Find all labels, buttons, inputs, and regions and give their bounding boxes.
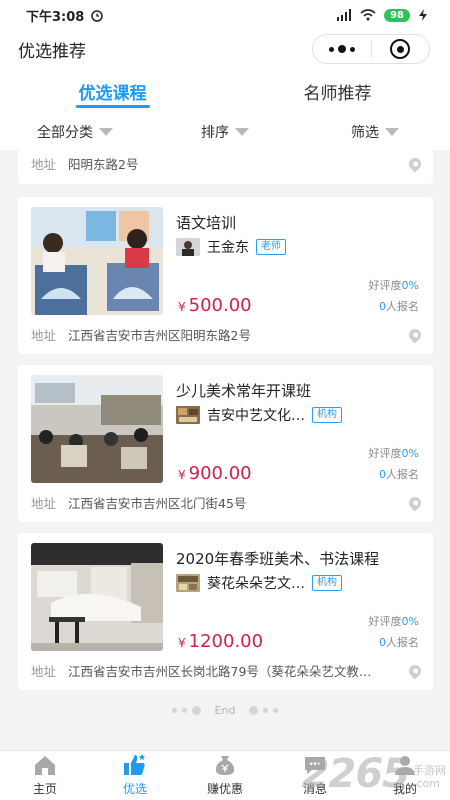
- message-icon: [305, 757, 325, 774]
- course-thumbnail: [31, 543, 163, 651]
- tab-bar-top: 优选课程 名师推荐: [0, 68, 450, 114]
- user-icon: [395, 756, 415, 775]
- close-mini-program-button[interactable]: [372, 35, 430, 63]
- course-card[interactable]: 少儿美术常年开课班 吉安中艺文化… 机构 好评度0% ¥900.00 0人报名 …: [18, 365, 433, 522]
- wifi-icon: [360, 9, 376, 21]
- alarm-icon: [91, 10, 104, 22]
- bottom-tab-bar: 主页 优选 赚优惠 消息 我的: [0, 750, 450, 800]
- status-bar: 下午3:08 98: [0, 0, 450, 30]
- teacher-name: 王金东: [207, 240, 249, 256]
- location-pin-icon[interactable]: [406, 494, 424, 511]
- course-card-partial[interactable]: 地址 阳明东路2号: [18, 150, 433, 184]
- page-title: 优选推荐: [18, 41, 86, 62]
- rating: 好评度0%: [368, 279, 419, 292]
- course-price: ¥500.00: [178, 295, 252, 316]
- tab-earn-discounts[interactable]: 赚优惠: [180, 751, 270, 800]
- status-time: 下午3:08: [26, 9, 85, 25]
- location-pin-icon[interactable]: [406, 326, 424, 343]
- course-address: 地址 阳明东路2号: [31, 154, 424, 173]
- teacher-tag: 机构: [312, 407, 342, 423]
- teacher-avatar: [176, 574, 200, 592]
- course-price: ¥900.00: [178, 463, 252, 484]
- filter-bar: 全部分类 排序 筛选: [0, 114, 450, 150]
- money-bag-icon: [215, 756, 235, 775]
- rating: 好评度0%: [368, 447, 419, 460]
- location-pin-icon[interactable]: [406, 662, 424, 679]
- filter-sort[interactable]: 排序: [150, 122, 300, 142]
- course-address: 地址 江西省吉安市吉州区阳明东路2号: [31, 325, 424, 344]
- teacher-avatar: [176, 406, 200, 424]
- course-list[interactable]: 地址 阳明东路2号 语文培训 王金东 老师 好评度0% ¥ 500.00 0人报…: [0, 150, 450, 750]
- enroll-count: 0人报名: [379, 468, 419, 481]
- caret-down-icon: [235, 128, 249, 136]
- course-card[interactable]: 语文培训 王金东 老师 好评度0% ¥500.00 0人报名 地址 江西省吉安市…: [18, 197, 433, 354]
- more-button[interactable]: [313, 35, 371, 63]
- course-title: 少儿美术常年开课班: [176, 382, 312, 400]
- course-address: 地址 江西省吉安市吉州区北门街45号: [31, 493, 424, 512]
- filter-category[interactable]: 全部分类: [0, 122, 150, 142]
- tab-mine[interactable]: 我的: [360, 751, 450, 800]
- filter-screen[interactable]: 筛选: [300, 122, 450, 142]
- course-teacher: 葵花朵朵艺文… 机构: [176, 573, 342, 593]
- course-teacher: 王金东 老师: [176, 237, 286, 257]
- caret-down-icon: [385, 128, 399, 136]
- enroll-count: 0人报名: [379, 300, 419, 313]
- course-title: 语文培训: [176, 214, 237, 232]
- course-title: 2020年春季班美术、书法课程: [176, 550, 380, 568]
- course-thumbnail: [31, 375, 163, 483]
- caret-down-icon: [99, 128, 113, 136]
- tab-famous-teachers[interactable]: 名师推荐: [225, 68, 450, 114]
- target-icon: [390, 39, 411, 59]
- charging-icon: [419, 9, 427, 21]
- tab-messages[interactable]: 消息: [270, 751, 360, 800]
- list-end-text: End: [214, 704, 236, 717]
- teacher-name: 吉安中艺文化…: [207, 408, 305, 424]
- list-end-indicator: End: [0, 704, 450, 717]
- teacher-tag: 老师: [256, 239, 286, 255]
- active-tab-indicator: [75, 105, 150, 108]
- tab-home[interactable]: 主页: [0, 751, 90, 800]
- home-icon: [35, 756, 55, 775]
- course-address: 地址 江西省吉安市吉州区长岗北路79号（葵花朵朵艺文教…: [31, 661, 424, 680]
- thumbs-up-icon: [124, 754, 145, 775]
- location-pin-icon[interactable]: [406, 155, 424, 172]
- battery-icon: 98: [384, 8, 410, 22]
- course-price: ¥1200.00: [178, 631, 264, 652]
- mini-program-capsule: [312, 34, 430, 64]
- signal-icon: [337, 9, 352, 21]
- enroll-count: 0人报名: [379, 636, 419, 649]
- title-bar: 优选推荐: [0, 30, 450, 68]
- rating: 好评度0%: [368, 615, 419, 628]
- course-thumbnail: [31, 207, 163, 315]
- teacher-name: 葵花朵朵艺文…: [207, 576, 305, 592]
- tab-featured[interactable]: 优选: [90, 751, 180, 800]
- teacher-avatar: [176, 238, 200, 256]
- course-card[interactable]: 2020年春季班美术、书法课程 葵花朵朵艺文… 机构 好评度0% ¥1200.0…: [18, 533, 433, 690]
- more-dots-icon: [328, 45, 355, 53]
- teacher-tag: 机构: [312, 575, 342, 591]
- tab-featured-courses[interactable]: 优选课程: [0, 68, 225, 114]
- course-teacher: 吉安中艺文化… 机构: [176, 405, 342, 425]
